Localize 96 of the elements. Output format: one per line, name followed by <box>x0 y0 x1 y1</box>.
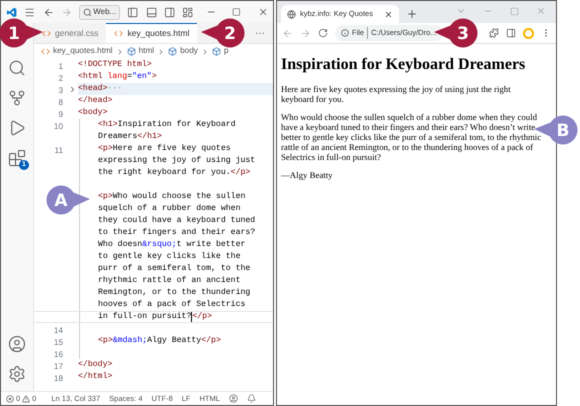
code-text: Algy Beatty <box>147 334 202 347</box>
code-text: hooves of a pack of Selectrics <box>98 298 246 311</box>
line-number: 3 <box>58 86 63 95</box>
html-tag: <h1> <box>98 118 118 132</box>
line-number: 8 <box>58 98 63 107</box>
html-entity: &mdash; <box>112 334 148 347</box>
panel-left-icon[interactable] <box>127 6 139 18</box>
line-number: 16 <box>54 350 63 359</box>
code-text: t write better <box>176 238 246 251</box>
line-number: 1 <box>58 62 63 71</box>
html-tag: > <box>152 70 157 84</box>
html-tag: </p> <box>230 166 250 180</box>
html-tag: </head> <box>78 94 112 108</box>
info-icon <box>341 29 349 37</box>
app-logo-icon[interactable] <box>6 6 18 18</box>
new-tab-icon[interactable] <box>406 8 418 20</box>
breadcrumb-item[interactable]: body <box>180 45 198 58</box>
line-number: 14 <box>54 326 63 335</box>
error-icon <box>6 394 14 402</box>
branch-icon[interactable] <box>8 89 26 107</box>
puzzle-icon[interactable] <box>489 28 499 38</box>
search-field[interactable]: Web... <box>79 4 120 20</box>
code-text: to their fingers and their ears? <box>98 226 256 239</box>
html-tag: </h1> <box>137 130 162 144</box>
code-text: in full-on pursuit? <box>98 310 192 323</box>
search-text: Web... <box>93 6 116 18</box>
html-tag: </body> <box>78 358 112 372</box>
side-panel-icon[interactable] <box>506 28 516 38</box>
bell-icon[interactable] <box>246 394 256 403</box>
page-heading: Inspiration for Keyboard Dreamers <box>281 55 526 75</box>
globe-icon <box>287 10 296 18</box>
fold-chevron-icon[interactable] <box>68 84 77 94</box>
code-text: Who would choose the sullen <box>112 190 246 203</box>
line-number: 2 <box>58 74 63 83</box>
play-icon[interactable] <box>8 119 26 137</box>
html-tag: <head> <box>78 82 108 96</box>
layout-icon[interactable] <box>182 6 194 18</box>
breadcrumb-item[interactable]: p <box>224 45 228 58</box>
panel-bottom-icon[interactable] <box>146 6 157 18</box>
code-icon <box>41 47 50 56</box>
code-text: = <box>127 70 132 83</box>
search-icon <box>83 8 92 16</box>
attribute-name: lang <box>107 70 128 83</box>
close-icon[interactable] <box>384 10 393 18</box>
html-tag: <body> <box>78 106 108 120</box>
cube-icon <box>168 47 178 56</box>
attribute-value: "en" <box>132 70 152 83</box>
search-icon[interactable] <box>8 59 26 77</box>
code-text: purr of a semiferal tom, to the <box>98 262 250 275</box>
page-paragraph: Who would choose the sullen squelch of a rubber dome when they could have a keyboard tuned to their fingers and their ears? Who doesn’t write better to gentle key clicks like the purr of a semiferal tom, to the rhythmic rattle of an ancient Remington, or to the thundering hooves of a pack of Selectrics in full-on pursuit? <box>281 112 542 162</box>
code-text: Dreamers <box>98 130 138 143</box>
line-number: 17 <box>54 362 63 371</box>
html-entity: &rsquo; <box>142 238 177 251</box>
code-text: the right keyboard for you. <box>98 166 231 179</box>
code-icon <box>42 28 51 38</box>
html-tag: </html> <box>78 370 112 384</box>
person-icon[interactable] <box>228 394 238 403</box>
html-tag: <html <box>78 70 108 84</box>
html-tag: </p> <box>201 334 221 348</box>
line-number: 10 <box>54 122 63 131</box>
code-text: squelch of a rubber dome when <box>98 202 240 215</box>
cube-icon <box>126 47 136 56</box>
line-number: 11 <box>54 146 63 155</box>
folded-ellipsis: ··· <box>107 82 122 95</box>
close-icon[interactable] <box>258 6 268 18</box>
html-tag: <p> <box>98 142 113 156</box>
code-text: to gentle key clicks like the <box>98 250 240 263</box>
account-icon[interactable] <box>8 335 26 353</box>
file-tab[interactable]: key_quotes.html <box>106 23 198 43</box>
line-number: 18 <box>54 374 63 383</box>
code-icon <box>114 29 124 38</box>
breadcrumb-item[interactable]: html <box>138 45 154 58</box>
page-paragraph: —Algy Beatty <box>281 170 334 180</box>
panel-right-icon[interactable] <box>164 6 176 18</box>
reload-icon[interactable] <box>318 28 328 38</box>
html-tag: <p> <box>98 334 113 348</box>
cube-icon <box>212 47 221 56</box>
page-paragraph: Here are five key quotes expressing the joy of using just the right keyboard for you. <box>281 84 512 104</box>
code-text: rhythmic rattle of an ancient <box>98 274 240 287</box>
html-tag: <!DOCTYPE html> <box>78 58 152 72</box>
html-tag: <p> <box>98 190 113 204</box>
line-number: 9 <box>58 110 63 119</box>
code-text: expressing the joy of using just <box>98 154 256 167</box>
line-number: 15 <box>54 338 63 347</box>
warning-icon <box>22 394 30 402</box>
breadcrumb-item[interactable]: key_quotes.html <box>53 45 113 58</box>
code-text: Here are five key quotes <box>112 142 231 155</box>
code-text: Remington, or to the thundering <box>98 286 250 299</box>
blocks-icon[interactable] <box>8 149 26 167</box>
html-tag: </p> <box>192 310 212 324</box>
more-button[interactable]: ··· <box>247 23 273 43</box>
code-text: Inspiration for Keyboard <box>118 118 236 131</box>
code-text: they could have a keyboard tuned <box>98 214 256 227</box>
code-text: Who doesn <box>98 238 142 251</box>
settings-icon[interactable] <box>8 365 26 383</box>
maximize-icon[interactable] <box>232 7 241 17</box>
